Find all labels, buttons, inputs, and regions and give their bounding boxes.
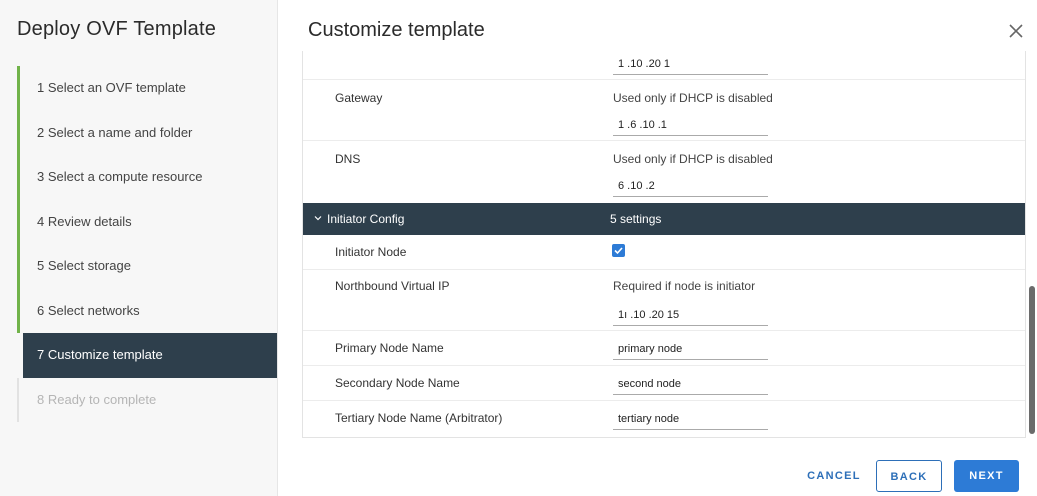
group-name: Initiator Config — [327, 212, 405, 226]
main-panel: Customize template 1 .10 .20 1 Gateway U… — [278, 0, 1037, 496]
secondary-node-field[interactable]: second node — [613, 373, 768, 395]
settings-form: 1 .10 .20 1 Gateway Used only if DHCP is… — [302, 51, 1026, 438]
primary-node-field[interactable]: primary node — [613, 338, 768, 360]
wizard-step-label: 1 Select an OVF template — [37, 80, 186, 95]
wizard-step-label: 7 Customize template — [37, 347, 163, 362]
dns-label: DNS — [335, 152, 361, 166]
scrollbar-thumb[interactable] — [1029, 286, 1035, 434]
gateway-row: Gateway Used only if DHCP is disabled 1 … — [303, 80, 1025, 141]
wizard-step-8: 8 Ready to complete — [17, 377, 277, 422]
northbound-vip-hint: Required if node is initiator — [613, 279, 756, 293]
cancel-button[interactable]: CANCEL — [804, 460, 864, 492]
wizard-title: Deploy OVF Template — [17, 18, 217, 40]
group-count: 5 settings — [610, 212, 662, 226]
wizard-step-1[interactable]: 1 Select an OVF template — [17, 66, 277, 111]
initiator-node-row: Initiator Node — [303, 235, 1025, 270]
northbound-vip-row: Northbound Virtual IP Required if node i… — [303, 270, 1025, 331]
dns-field[interactable]: 6 .10 .2 — [613, 175, 768, 197]
gateway-hint: Used only if DHCP is disabled — [613, 91, 773, 105]
scrollbar[interactable] — [1027, 51, 1037, 437]
dns-hint: Used only if DHCP is disabled — [613, 152, 773, 166]
page-title: Customize template — [308, 19, 485, 41]
close-icon[interactable] — [1007, 22, 1025, 40]
wizard-step-label: 8 Ready to complete — [37, 391, 157, 407]
wizard-step-3[interactable]: 3 Select a compute resource — [17, 155, 277, 200]
partial-row: 1 .10 .20 1 — [303, 51, 1025, 80]
back-button[interactable]: BACK — [876, 460, 942, 492]
chevron-down-icon — [314, 203, 322, 235]
tertiary-node-row: Tertiary Node Name (Arbitrator) tertiary… — [303, 401, 1025, 437]
wizard-steps: 1 Select an OVF template 2 Select a name… — [17, 66, 277, 422]
initiator-config-header[interactable]: Initiator Config 5 settings — [303, 203, 1025, 235]
gateway-label: Gateway — [335, 91, 383, 105]
wizard-step-label: 6 Select networks — [37, 302, 140, 318]
initiator-node-label: Initiator Node — [335, 245, 407, 259]
wizard-step-label: 5 Select storage — [37, 258, 131, 273]
wizard-step-label: 3 Select a compute resource — [37, 169, 203, 184]
next-button[interactable]: NEXT — [954, 460, 1019, 492]
wizard-step-label: 4 Review details — [37, 213, 132, 229]
gateway-field[interactable]: 1 .6 .10 .1 — [613, 114, 768, 136]
wizard-step-7-active[interactable]: 7 Customize template — [23, 333, 277, 378]
wizard-step-5[interactable]: 5 Select storage — [17, 244, 277, 289]
tertiary-node-field[interactable]: tertiary node — [613, 408, 768, 430]
dns-row: DNS Used only if DHCP is disabled 6 .10 … — [303, 141, 1025, 204]
wizard-sidebar: Deploy OVF Template 1 Select an OVF temp… — [0, 0, 278, 496]
primary-node-label: Primary Node Name — [335, 341, 444, 355]
ip-field-partial[interactable]: 1 .10 .20 1 — [613, 53, 768, 75]
primary-node-row: Primary Node Name primary node — [303, 331, 1025, 366]
check-icon — [614, 247, 623, 255]
northbound-vip-field[interactable]: 1ı .10 .20 15 — [613, 304, 768, 326]
wizard-step-6[interactable]: 6 Select networks — [17, 288, 277, 333]
wizard-step-2[interactable]: 2 Select a name and folder — [17, 110, 277, 155]
secondary-node-label: Secondary Node Name — [335, 376, 460, 390]
wizard-step-4[interactable]: 4 Review details — [17, 199, 277, 244]
northbound-vip-label: Northbound Virtual IP — [335, 279, 450, 293]
wizard-step-label: 2 Select a name and folder — [37, 124, 193, 140]
initiator-node-checkbox[interactable] — [612, 244, 625, 257]
tertiary-node-label: Tertiary Node Name (Arbitrator) — [335, 411, 503, 425]
secondary-node-row: Secondary Node Name second node — [303, 366, 1025, 401]
